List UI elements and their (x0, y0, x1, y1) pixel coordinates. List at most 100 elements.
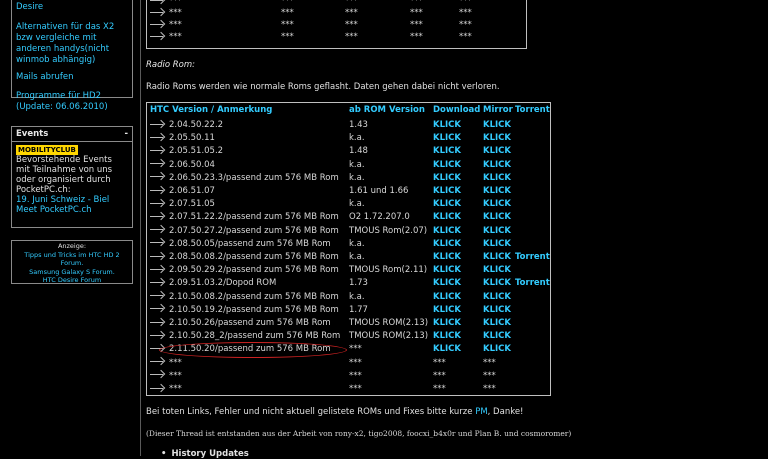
download-link[interactable]: KLICK (433, 304, 461, 317)
download-link[interactable]: KLICK (433, 317, 461, 330)
rom-version-cell: k.a. (349, 252, 365, 262)
pm-link[interactable]: PM (475, 407, 487, 417)
download-link[interactable]: KLICK (433, 132, 461, 145)
sidebar-links-box: Desire Alternativen für das X2 bzw vergl… (11, 0, 133, 112)
download-link[interactable]: KLICK (433, 330, 461, 343)
download-link[interactable]: KLICK (433, 145, 461, 158)
download-link[interactable]: KLICK (433, 211, 461, 224)
ads-title: Anzeige: (57, 242, 87, 250)
download-link[interactable]: KLICK (433, 291, 461, 304)
header-version: HTC Version / Anmerkung (150, 105, 273, 115)
rom-version-cell: 1.73 (349, 278, 368, 289)
mirror-link[interactable]: KLICK (483, 304, 511, 317)
version-cell: 2.05.51.05.2 (169, 146, 224, 157)
version-cell: 2.07.51.22.2/passend zum 576 MB Rom (169, 212, 339, 223)
mirror-link[interactable]: KLICK (483, 198, 511, 211)
arrow-icon (150, 239, 166, 247)
download-link[interactable]: KLICK (433, 185, 461, 198)
ad-link-desire[interactable]: HTC Desire Forum (12, 276, 132, 285)
rom-version-cell: 1.77 (349, 304, 368, 315)
download-link[interactable]: KLICK (433, 119, 461, 132)
history-updates[interactable]: • History Updates (161, 449, 249, 459)
rom-version-cell: k.a. (349, 172, 365, 183)
radio-rom-intro: Radio Roms werden wie normale Roms gefla… (146, 82, 500, 92)
header-mirror: Mirror (483, 105, 513, 115)
events-text: Bevorstehende Events mit Teilnahme von u… (16, 155, 113, 195)
sidebar: Desire Alternativen für das X2 bzw vergl… (0, 0, 140, 456)
version-cell: 2.10.50.28_2/passend zum 576 MB Rom (169, 331, 341, 342)
arrow-icon (150, 9, 166, 17)
download-link[interactable]: KLICK (433, 172, 461, 185)
header-download: Download (433, 105, 481, 115)
mirror-link: *** (483, 384, 496, 394)
mirror-link[interactable]: KLICK (483, 172, 511, 185)
mirror-link[interactable]: KLICK (483, 211, 511, 224)
mirror-link[interactable]: KLICK (483, 330, 511, 343)
rom-version-cell: 1.43 (349, 120, 368, 130)
download-link[interactable]: KLICK (433, 343, 461, 356)
mirror-link[interactable]: KLICK (483, 119, 511, 132)
sidebar-link-mails[interactable]: Mails abrufen (16, 72, 128, 83)
top-table: *** *** *** *** *** *** *** *** *** *** … (146, 0, 527, 49)
mobilityclub-logo: MOBILITYCLUB (16, 145, 78, 155)
mirror-link[interactable]: KLICK (483, 291, 511, 304)
version-cell: 2.06.50.23.3/passend zum 576 MB Rom (169, 172, 339, 183)
sidebar-link-desire[interactable]: Desire (16, 2, 128, 13)
version-cell: 2.10.50.08.2/passend zum 576 MB Rom (169, 291, 339, 302)
mirror-link[interactable]: KLICK (483, 225, 511, 238)
mirror-link[interactable]: KLICK (483, 238, 511, 251)
download-link[interactable]: KLICK (433, 159, 461, 172)
download-link[interactable]: KLICK (433, 238, 461, 251)
download-link[interactable]: KLICK (433, 264, 461, 277)
events-title: Events (16, 129, 49, 139)
download-link[interactable]: KLICK (433, 225, 461, 238)
arrow-icon (150, 358, 166, 366)
torrent-link[interactable]: Torrent (515, 277, 550, 290)
mirror-link[interactable]: KLICK (483, 264, 511, 277)
arrow-icon (150, 147, 166, 155)
mirror-link[interactable]: KLICK (483, 343, 511, 356)
mirror-link[interactable]: KLICK (483, 277, 511, 290)
mirror-link[interactable]: KLICK (483, 317, 511, 330)
sidebar-link-alternativen[interactable]: Alternativen für das X2 bzw vergleiche m… (16, 22, 128, 66)
bullet-icon: • (161, 449, 167, 459)
arrow-icon (150, 173, 166, 181)
arrow-icon (150, 0, 166, 5)
mirror-link[interactable]: KLICK (483, 159, 511, 172)
rom-version-cell: k.a. (349, 159, 365, 170)
arrow-icon (150, 121, 166, 129)
dead-links-note: Bei toten Links, Fehler und nicht aktuel… (146, 407, 524, 417)
mirror-link[interactable]: KLICK (483, 251, 511, 264)
arrow-icon (150, 33, 166, 41)
rom-version-cell: k.a. (349, 199, 365, 210)
version-cell: 2.08.50.05/passend zum 576 MB Rom (169, 238, 331, 249)
ad-link-galaxy[interactable]: Samsung Galaxy S Forum. (12, 268, 132, 277)
events-header: Events - (12, 127, 132, 142)
arrow-icon (150, 134, 166, 142)
torrent-link[interactable]: Torrent (515, 251, 550, 264)
arrow-icon (150, 187, 166, 195)
download-link[interactable]: KLICK (433, 251, 461, 264)
download-link[interactable]: KLICK (433, 198, 461, 211)
event-link-biel[interactable]: 19. Juni Schweiz - Biel Meet PocketPC.ch (16, 195, 109, 215)
version-cell: 2.07.51.05 (169, 199, 215, 210)
radio-rom-heading: Radio Rom: (146, 60, 196, 70)
arrow-icon (150, 305, 166, 313)
rom-version-cell: *** (349, 344, 362, 355)
arrow-icon (150, 332, 166, 340)
version-cell: 2.09.51.03.2/Dopod ROM (169, 278, 277, 289)
version-cell: *** (169, 357, 182, 368)
version-cell: 2.10.50.19.2/passend zum 576 MB Rom (169, 304, 339, 315)
mirror-link[interactable]: KLICK (483, 145, 511, 158)
arrow-icon (150, 319, 166, 327)
ad-link-hd2[interactable]: Tipps und Tricks im HTC HD 2 Forum. (12, 251, 132, 268)
arrow-icon (150, 213, 166, 221)
mirror-link[interactable]: KLICK (483, 185, 511, 198)
download-link[interactable]: KLICK (433, 277, 461, 290)
events-toggle[interactable]: - (124, 129, 128, 139)
sidebar-link-programme[interactable]: Programme für HD2 (Update: 06.06.2010) (16, 91, 128, 113)
version-cell: 2.07.50.27.2/passend zum 576 MB Rom (169, 225, 339, 236)
rom-version-cell: k.a. (349, 238, 365, 249)
mirror-link[interactable]: KLICK (483, 132, 511, 145)
thread-note: (Dieser Thread ist entstanden aus der Ar… (146, 429, 572, 438)
